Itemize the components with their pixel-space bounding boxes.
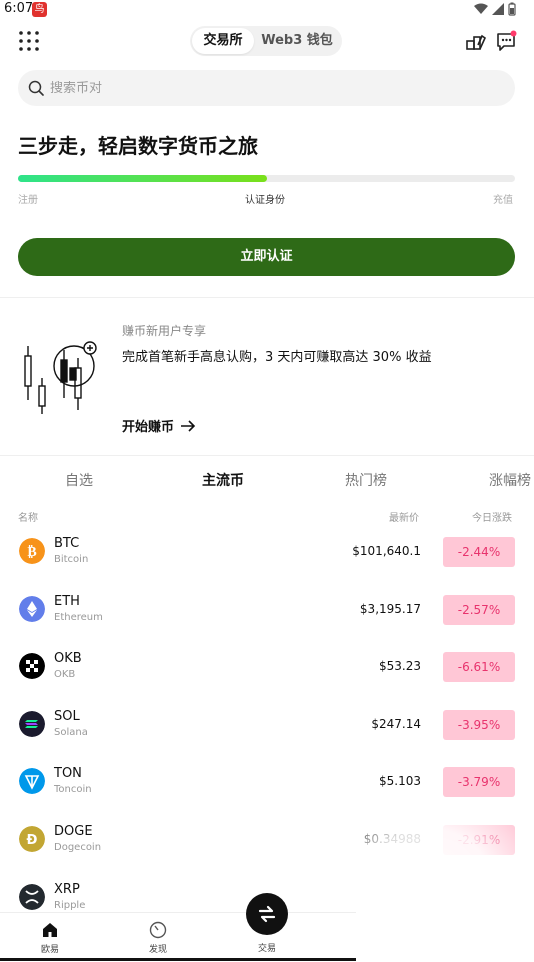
- coin-symbol: SOL: [54, 708, 80, 724]
- market-tabs: 自选 主流币 热门榜 涨幅榜: [0, 470, 534, 492]
- table-row[interactable]: ₿ BTC Bitcoin $101,640.1 -2.44%: [0, 528, 534, 586]
- svg-text:₿: ₿: [27, 544, 36, 560]
- sol-coin-icon: [19, 710, 45, 737]
- status-bar: 6:07 鸟: [0, 0, 534, 20]
- xrp-coin-icon: [19, 883, 45, 910]
- coin-symbol: ETH: [54, 593, 80, 609]
- coin-price: $53.23: [379, 659, 421, 674]
- exchange-wallet-switch: 交易所 Web3 钱包: [190, 26, 342, 56]
- coin-symbol: TON: [54, 766, 82, 782]
- tab-gainers[interactable]: 涨幅榜: [489, 470, 531, 490]
- status-icons: [474, 2, 516, 16]
- coin-price: $247.14: [371, 716, 421, 731]
- table-row[interactable]: SOL Solana $247.14 -3.95%: [0, 701, 534, 759]
- table-row[interactable]: OKB OKB $53.23 -6.61%: [0, 643, 534, 701]
- search-icon: [28, 80, 44, 96]
- tab-mainstream[interactable]: 主流币: [202, 470, 244, 490]
- doge-coin-icon: Ð: [19, 826, 45, 852]
- divider: [0, 455, 534, 456]
- wifi-icon: [474, 3, 488, 14]
- search-input[interactable]: [50, 80, 450, 96]
- table-row[interactable]: TON Toncoin $5.103 -3.79%: [0, 758, 534, 816]
- notification-badge-icon: 鸟: [32, 2, 47, 17]
- trade-button[interactable]: [246, 893, 288, 935]
- home-icon: [43, 923, 57, 937]
- divider: [0, 297, 534, 298]
- tab-hot[interactable]: 热门榜: [345, 470, 387, 490]
- search-bar[interactable]: [18, 70, 515, 106]
- coin-name: Toncoin: [54, 784, 92, 796]
- arrow-right-icon: [181, 419, 196, 432]
- coin-price: $101,640.1: [352, 544, 421, 558]
- swap-arrows-icon: [258, 905, 276, 923]
- change-badge[interactable]: -2.91%: [443, 825, 515, 855]
- coin-symbol: DOGE: [54, 824, 93, 839]
- toolbox-icon[interactable]: [464, 29, 488, 53]
- coin-name: Dogecoin: [54, 842, 102, 853]
- change-badge[interactable]: -2.44%: [443, 537, 515, 567]
- signal-icon: [492, 3, 504, 15]
- grid-menu-icon[interactable]: [18, 30, 40, 52]
- table-row[interactable]: Ð DOGE Dogecoin $0.34988 -2.91%: [0, 816, 534, 874]
- okb-coin-icon: [19, 653, 45, 680]
- column-change: 今日涨跌: [472, 513, 512, 524]
- top-bar: 交易所 Web3 钱包: [0, 24, 534, 58]
- coin-symbol: BTC: [54, 536, 80, 551]
- coin-name: Ripple: [54, 899, 86, 911]
- coin-name: Solana: [54, 726, 88, 738]
- start-earning-link[interactable]: 开始赚币: [122, 416, 196, 435]
- promo-title: 完成首笔新手高息认购，3 天内可赚取高达 30% 收益: [122, 350, 432, 365]
- change-badge[interactable]: -2.57%: [443, 594, 515, 625]
- onboarding-title: 三步走，轻启数字货币之旅: [18, 134, 258, 158]
- promo-subtitle: 赚币新用户专享: [122, 324, 207, 338]
- step-register: 注册: [18, 195, 38, 206]
- nav-home-label: 欧易: [40, 945, 59, 955]
- coin-symbol: OKB: [54, 651, 82, 667]
- battery-icon: [508, 2, 516, 16]
- btc-coin-icon: ₿: [19, 538, 45, 564]
- onboarding-progress-fill: [18, 175, 267, 182]
- column-price: 最新价: [389, 513, 419, 524]
- coin-name: Ethereum: [54, 611, 103, 623]
- tab-web3-wallet[interactable]: Web3 钱包: [254, 28, 340, 54]
- verify-now-button[interactable]: 立即认证: [18, 238, 515, 276]
- svg-text:Ð: Ð: [27, 833, 38, 848]
- table-row[interactable]: ETH Ethereum $3,195.17 -2.57%: [0, 586, 534, 644]
- coin-price: $5.103: [379, 774, 421, 789]
- eth-coin-icon: [19, 595, 45, 622]
- coin-name: Bitcoin: [54, 554, 89, 565]
- tab-watchlist[interactable]: 自选: [65, 470, 93, 490]
- change-badge[interactable]: -3.79%: [443, 767, 515, 798]
- step-verify: 认证身份: [245, 195, 285, 206]
- status-time: 6:07: [4, 1, 34, 16]
- change-badge[interactable]: -6.61%: [443, 652, 515, 683]
- coin-name: OKB: [54, 669, 76, 681]
- nav-discover-label: 发现: [148, 945, 167, 955]
- nav-trade-label: 交易: [257, 944, 276, 954]
- coin-symbol: XRP: [54, 881, 80, 897]
- discover-icon: [149, 921, 167, 939]
- step-deposit: 充值: [493, 195, 513, 206]
- change-badge[interactable]: -3.95%: [443, 709, 515, 740]
- column-name: 名称: [18, 513, 38, 524]
- start-earning-label: 开始赚币: [122, 420, 175, 435]
- home-indicator: [0, 958, 356, 961]
- message-icon[interactable]: [494, 29, 518, 53]
- coin-price: $3,195.17: [359, 601, 421, 616]
- nav-discover[interactable]: 发现: [128, 921, 188, 955]
- coin-price: $0.34988: [363, 832, 421, 846]
- earn-candlestick-illustration: [24, 341, 97, 414]
- ton-coin-icon: [19, 768, 45, 795]
- tab-exchange[interactable]: 交易所: [192, 28, 254, 54]
- nav-home[interactable]: 欧易: [20, 921, 80, 955]
- bottom-nav: 欧易 发现: [0, 912, 356, 962]
- onboarding-progress: [18, 175, 515, 182]
